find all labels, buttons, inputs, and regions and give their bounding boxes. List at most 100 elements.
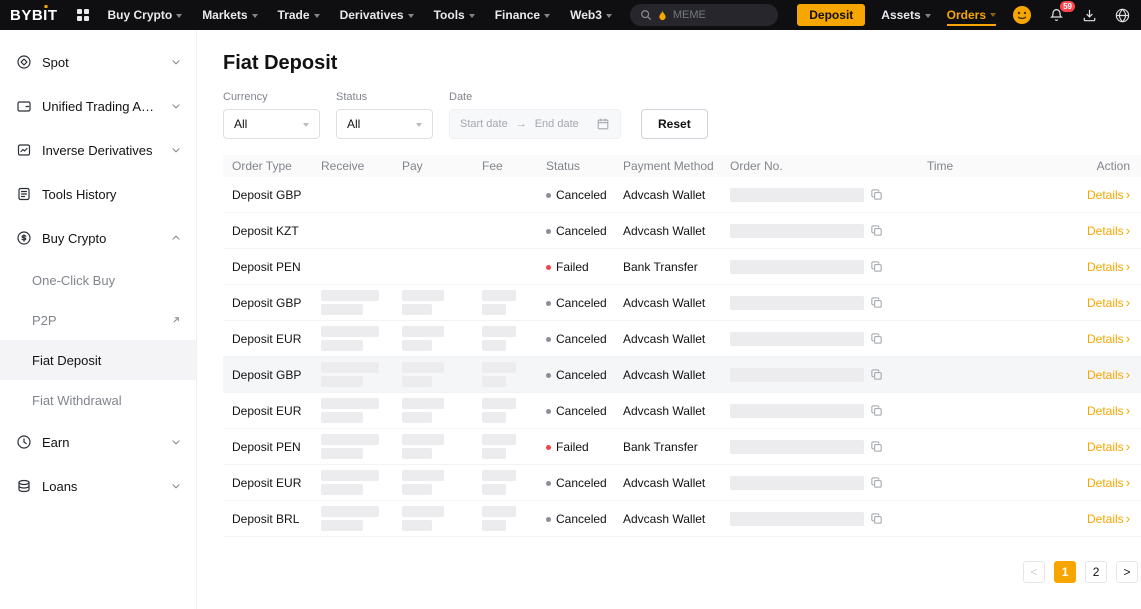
status-cell: Failed	[538, 260, 615, 274]
bybit-logo[interactable]: BYBIT	[10, 7, 58, 24]
nav-tools[interactable]: Tools	[434, 8, 475, 22]
flame-icon	[658, 10, 667, 21]
pagination-prev-button[interactable]: <	[1023, 561, 1045, 583]
sidebar-item-label: Fiat Withdrawal	[32, 393, 182, 408]
payment-method: Advcash Wallet	[615, 188, 722, 202]
column-header-time: Time	[919, 159, 1079, 173]
sidebar-item-inverse-derivatives[interactable]: Inverse Derivatives	[0, 128, 196, 172]
pagination-next-button[interactable]: >	[1116, 561, 1138, 583]
chevron-down-icon	[170, 100, 182, 112]
fee-redacted	[474, 326, 538, 351]
order-no-redacted	[730, 332, 864, 346]
copy-icon[interactable]	[870, 476, 883, 489]
redacted-value	[482, 448, 506, 459]
redacted-value	[482, 484, 506, 495]
pay-amount-redacted	[394, 434, 474, 459]
copy-icon[interactable]	[870, 512, 883, 525]
nav-derivatives[interactable]: Derivatives	[340, 8, 414, 22]
nav-buy-crypto[interactable]: Buy Crypto	[108, 8, 183, 22]
redacted-value	[321, 470, 379, 481]
status-dot	[546, 517, 551, 522]
reset-button[interactable]: Reset	[641, 109, 708, 139]
currency-select[interactable]: All	[223, 109, 320, 139]
details-link[interactable]: Details›	[1087, 188, 1130, 202]
table-row: Deposit GBPCanceledAdvcash WalletDetails…	[223, 177, 1141, 213]
date-range-picker[interactable]: Start date → End date	[449, 109, 621, 139]
nav-markets[interactable]: Markets	[202, 8, 257, 22]
orders-table: Order TypeReceivePayFeeStatusPayment Met…	[223, 155, 1141, 537]
details-link[interactable]: Details›	[1087, 476, 1130, 490]
globe-icon[interactable]	[1114, 7, 1131, 24]
redacted-value	[402, 304, 432, 315]
details-label: Details	[1087, 296, 1124, 310]
sidebar-item-fiat-deposit[interactable]: Fiat Deposit	[0, 340, 196, 380]
chevron-right-icon: ›	[1126, 188, 1130, 201]
pagination-page-2[interactable]: 2	[1085, 561, 1107, 583]
copy-icon[interactable]	[870, 188, 883, 201]
pagination-page-1[interactable]: 1	[1054, 561, 1076, 583]
details-label: Details	[1087, 188, 1124, 202]
copy-icon[interactable]	[870, 404, 883, 417]
notification-bell-icon[interactable]: 59	[1048, 7, 1065, 24]
history-icon	[16, 186, 32, 202]
details-link[interactable]: Details›	[1087, 512, 1130, 526]
sidebar-item-tools-history[interactable]: Tools History	[0, 172, 196, 216]
column-header-order-no: Order No.	[722, 159, 919, 173]
redacted-value	[402, 340, 432, 351]
filters-bar: Currency All Status All Date Start date …	[223, 91, 1141, 139]
copy-icon[interactable]	[870, 332, 883, 345]
order-type: Deposit BRL	[223, 512, 313, 526]
sidebar-item-one-click-buy[interactable]: One-Click Buy	[0, 260, 196, 300]
order-type: Deposit GBP	[223, 296, 313, 310]
status-select[interactable]: All	[336, 109, 433, 139]
details-link[interactable]: Details›	[1087, 224, 1130, 238]
sidebar-item-earn[interactable]: Earn	[0, 420, 196, 464]
sidebar-item-buy-crypto[interactable]: Buy Crypto	[0, 216, 196, 260]
order-type: Deposit PEN	[223, 260, 313, 274]
sidebar-item-unified-trading-account[interactable]: Unified Trading Account	[0, 84, 196, 128]
copy-icon[interactable]	[870, 296, 883, 309]
redacted-value	[321, 506, 379, 517]
assets-menu[interactable]: Assets	[881, 8, 930, 22]
status-dot	[546, 229, 551, 234]
sidebar-item-spot[interactable]: Spot	[0, 40, 196, 84]
details-link[interactable]: Details›	[1087, 296, 1130, 310]
details-link[interactable]: Details›	[1087, 404, 1130, 418]
order-no-redacted	[730, 368, 864, 382]
column-header-status: Status	[538, 159, 615, 173]
payment-method: Bank Transfer	[615, 260, 722, 274]
redacted-value	[482, 340, 506, 351]
nav-finance[interactable]: Finance	[495, 8, 550, 22]
nav-trade[interactable]: Trade	[278, 8, 320, 22]
apps-grid-icon[interactable]	[76, 8, 90, 22]
topbar: BYBIT Buy Crypto Markets Trade Derivatives T…	[0, 0, 1141, 30]
notification-badge: 59	[1060, 1, 1075, 12]
wallet-icon	[16, 98, 32, 114]
search-box[interactable]: MEME	[630, 4, 778, 26]
details-link[interactable]: Details›	[1087, 368, 1130, 382]
orders-menu[interactable]: Orders	[947, 5, 996, 26]
download-icon[interactable]	[1081, 7, 1098, 24]
order-no-cell	[722, 188, 919, 202]
deposit-button[interactable]: Deposit	[797, 4, 865, 26]
copy-icon[interactable]	[870, 260, 883, 273]
status-cell: Canceled	[538, 296, 615, 310]
details-link[interactable]: Details›	[1087, 332, 1130, 346]
start-date-placeholder: Start date	[460, 118, 508, 130]
order-no-cell	[722, 512, 919, 526]
sidebar-item-label: Earn	[42, 435, 160, 450]
sidebar-item-fiat-withdrawal[interactable]: Fiat Withdrawal	[0, 380, 196, 420]
nav-web3[interactable]: Web3	[570, 8, 612, 22]
order-type: Deposit EUR	[223, 476, 313, 490]
receive-amount-redacted	[313, 290, 394, 315]
table-row: Deposit KZTCanceledAdvcash WalletDetails…	[223, 213, 1141, 249]
copy-icon[interactable]	[870, 368, 883, 381]
details-link[interactable]: Details›	[1087, 440, 1130, 454]
sidebar-item-p2p[interactable]: P2P	[0, 300, 196, 340]
avatar-emoji[interactable]	[1012, 5, 1032, 25]
sidebar-item-loans[interactable]: Loans	[0, 464, 196, 508]
copy-icon[interactable]	[870, 440, 883, 453]
copy-icon[interactable]	[870, 224, 883, 237]
details-link[interactable]: Details›	[1087, 260, 1130, 274]
status-text: Canceled	[556, 296, 607, 310]
